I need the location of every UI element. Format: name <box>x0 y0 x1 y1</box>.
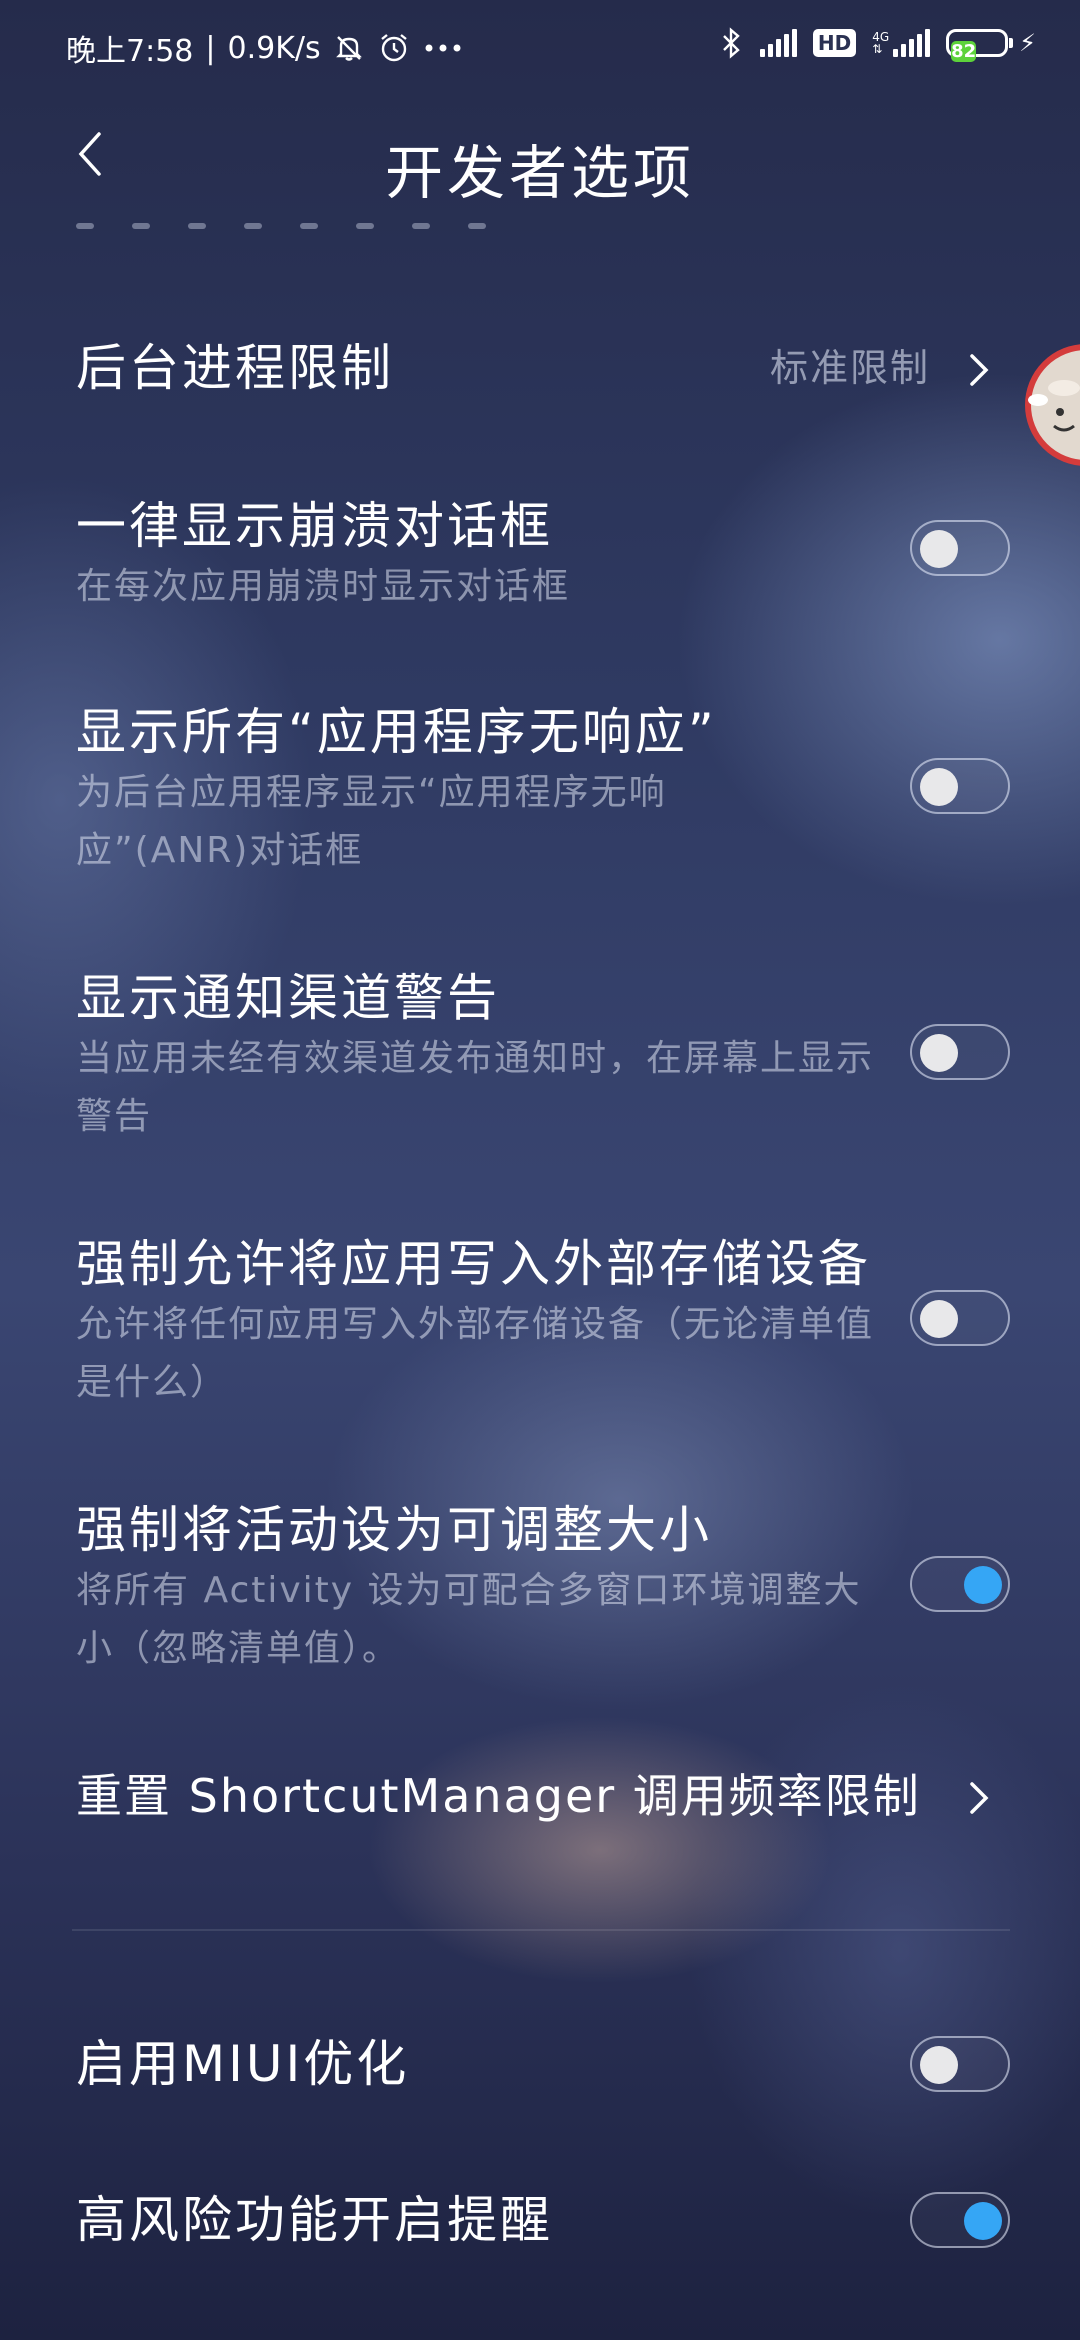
charging-bolt-icon: ⚡ <box>1019 29 1036 57</box>
setting-title: 显示所有“应用程序无响应” <box>76 703 717 761</box>
status-separator: | <box>205 30 216 66</box>
setting-title: 显示通知渠道警告 <box>76 969 500 1027</box>
setting-show-crash-dialog[interactable]: 一律显示崩溃对话框 在每次应用崩溃时显示对话框 <box>76 494 1016 616</box>
setting-enable-miui-optimization[interactable]: 启用MIUI优化 <box>76 2032 1016 2102</box>
setting-value: 标准限制 <box>769 346 930 390</box>
setting-title: 启用MIUI优化 <box>76 2035 410 2093</box>
signal-strength-icon <box>759 29 797 57</box>
network-speed: 0.9K/s <box>227 30 321 66</box>
setting-reset-shortcut-manager[interactable]: 重置 ShortcutManager 调用频率限制 <box>76 1764 1016 1834</box>
setting-title: 一律显示崩溃对话框 <box>76 497 553 555</box>
signal-strength-secondary-icon <box>893 29 931 57</box>
app-header: 开发者选项 <box>0 100 1080 210</box>
more-notifications-icon <box>425 44 461 52</box>
page-title: 开发者选项 <box>384 139 695 207</box>
setting-title: 强制将活动设为可调整大小 <box>76 1501 712 1559</box>
alarm-clock-icon <box>380 34 407 62</box>
status-bar: 晚上7:58 | 0.9K/s HD 4G ⇅ 82 ⚡ <box>0 0 1080 96</box>
status-time: 晚上7:58 <box>66 34 194 69</box>
network-type-label: 4G ⇅ <box>872 30 890 56</box>
setting-high-risk-reminder[interactable]: 高风险功能开启提醒 <box>76 2188 1016 2258</box>
setting-summary: 将所有 Activity 设为可配合多窗口环境调整大小（忽略清单值）。 <box>76 1570 862 1669</box>
toggle-high-risk-reminder[interactable] <box>910 2192 1010 2248</box>
setting-summary: 当应用未经有效渠道发布通知时，在屏幕上显示警告 <box>76 1038 875 1137</box>
bell-muted-icon <box>335 36 362 61</box>
setting-summary: 在每次应用崩溃时显示对话框 <box>76 566 571 607</box>
setting-force-external-storage[interactable]: 强制允许将应用写入外部存储设备 允许将任何应用写入外部存储设备（无论清单值是什么… <box>76 1232 1016 1412</box>
setting-force-resizable[interactable]: 强制将活动设为可调整大小 将所有 Activity 设为可配合多窗口环境调整大小… <box>76 1498 1016 1678</box>
chevron-right-icon <box>970 354 989 386</box>
battery-icon: 82 ⚡ <box>946 29 1036 62</box>
setting-background-process-limit[interactable]: 后台进程限制 标准限制 <box>76 336 1016 406</box>
setting-summary: 允许将任何应用写入外部存储设备（无论清单值是什么） <box>76 1304 875 1403</box>
battery-level: 82 <box>951 41 977 62</box>
scrolled-off-item-remnant <box>76 214 576 234</box>
setting-title: 高风险功能开启提醒 <box>76 2191 553 2249</box>
setting-title: 强制允许将应用写入外部存储设备 <box>76 1235 871 1293</box>
toggle-force-external-storage[interactable] <box>910 1290 1010 1346</box>
setting-notification-channel-warning[interactable]: 显示通知渠道警告 当应用未经有效渠道发布通知时，在屏幕上显示警告 <box>76 966 1016 1146</box>
floating-mascot-icon[interactable] <box>1024 330 1080 480</box>
toggle-show-all-anr[interactable] <box>910 758 1010 814</box>
toggle-notification-channel-warning[interactable] <box>910 1024 1010 1080</box>
hd-voice-icon: HD <box>812 29 857 57</box>
toggle-enable-miui-optimization[interactable] <box>910 2036 1010 2092</box>
section-divider <box>72 1929 1010 1931</box>
setting-show-all-anr[interactable]: 显示所有“应用程序无响应” 为后台应用程序显示“应用程序无响应”(ANR)对话框 <box>76 700 1016 880</box>
toggle-show-crash-dialog[interactable] <box>910 520 1010 576</box>
toggle-force-resizable[interactable] <box>910 1556 1010 1612</box>
setting-title: 重置 ShortcutManager 调用频率限制 <box>76 1769 921 1823</box>
setting-summary: 为后台应用程序显示“应用程序无响应”(ANR)对话框 <box>76 772 667 871</box>
chevron-right-icon <box>970 1782 989 1814</box>
bluetooth-icon <box>723 27 740 59</box>
